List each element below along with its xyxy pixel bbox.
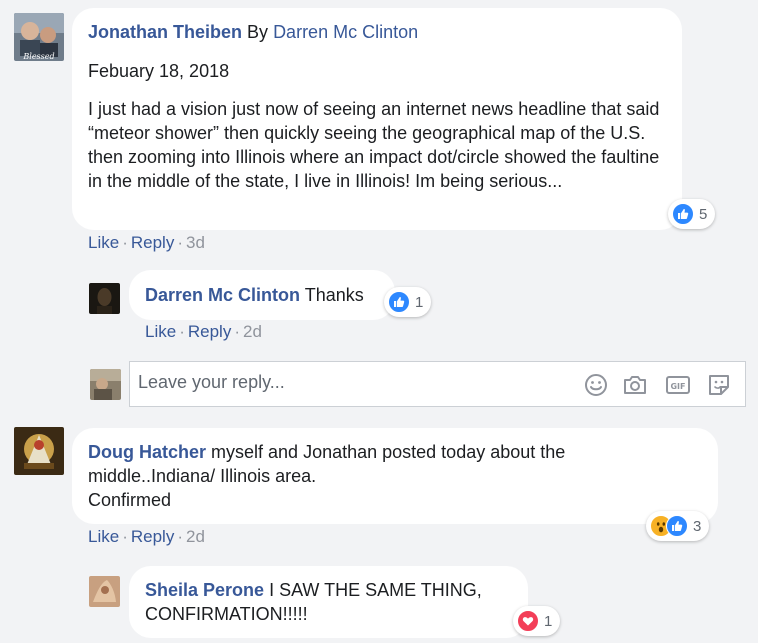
reply-time[interactable]: 2d — [243, 322, 262, 341]
comment-text: I just had a vision just now of seeing a… — [88, 99, 660, 191]
avatar-doug-image — [14, 427, 64, 475]
reply-text-line-2: CONFIRMATION!!!!! — [145, 604, 308, 624]
avatar-sheila-image — [89, 576, 120, 607]
comment-bubble-doug: Doug Hatcher myself and Jonathan posted … — [72, 428, 718, 524]
avatar-jonathan-theiben[interactable]: Blessed — [14, 13, 64, 61]
reply-line-1: Sheila Perone I SAW THE SAME THING, — [145, 578, 512, 602]
avatar-current-user — [90, 369, 121, 400]
avatar-jonathan-image: Blessed — [14, 13, 64, 61]
comment-author[interactable]: Jonathan Theiben — [88, 22, 242, 42]
comment-bubble-jonathan: Jonathan Theiben By Darren Mc Clinton Fe… — [72, 8, 682, 230]
sticker-icon[interactable] — [706, 372, 732, 398]
like-icon — [672, 203, 694, 225]
comment-text-line-2: middle..Indiana/ Illinois area. — [88, 466, 317, 486]
reply-link[interactable]: Reply — [188, 322, 231, 341]
comment-actions: Like · Reply · 3d — [88, 233, 205, 252]
reply-author[interactable]: Darren Mc Clinton — [145, 285, 300, 305]
reaction-summary[interactable]: 5 — [668, 199, 716, 229]
comment-actions: Like · Reply · 2d — [88, 527, 205, 546]
comment-by-author[interactable]: Darren Mc Clinton — [273, 22, 418, 42]
love-icon — [517, 610, 539, 632]
reaction-summary[interactable]: 3 — [646, 511, 710, 541]
comment-time[interactable]: 2d — [186, 527, 205, 546]
like-icon — [666, 515, 688, 537]
reply-link[interactable]: Reply — [131, 527, 174, 546]
like-link[interactable]: Like — [88, 233, 119, 252]
reply-text: I SAW THE SAME THING, — [269, 580, 482, 600]
avatar-sheila-perone[interactable] — [89, 576, 120, 607]
reply-input[interactable] — [138, 372, 558, 393]
comment-line-1: Doug Hatcher myself and Jonathan posted … — [88, 440, 702, 464]
emoji-icon[interactable] — [583, 372, 609, 398]
reaction-count: 1 — [544, 612, 553, 630]
reaction-summary[interactable]: 1 — [513, 606, 561, 636]
reply-bubble-darren: Darren Mc Clinton Thanks — [129, 270, 395, 320]
gif-icon[interactable]: GIF — [665, 372, 691, 398]
comment-time[interactable]: 3d — [186, 233, 205, 252]
reply-bubble-sheila: Sheila Perone I SAW THE SAME THING, CONF… — [129, 566, 528, 638]
like-link[interactable]: Like — [145, 322, 176, 341]
comment-text: myself and Jonathan posted today about t… — [211, 442, 566, 462]
reaction-summary[interactable]: 1 — [384, 287, 432, 317]
comment-header: Jonathan Theiben By Darren Mc Clinton — [88, 20, 666, 44]
comment-text-line-3: Confirmed — [88, 490, 172, 510]
avatar-darren-image — [89, 283, 120, 314]
camera-icon[interactable] — [622, 372, 648, 398]
reply-actions: Like · Reply · 2d — [145, 322, 262, 341]
svg-text:Blessed: Blessed — [22, 52, 54, 61]
reaction-count: 5 — [699, 205, 708, 223]
reaction-count: 1 — [415, 293, 424, 311]
avatar-current-user-image — [90, 369, 121, 400]
avatar-doug-hatcher[interactable] — [14, 427, 64, 475]
reply-author[interactable]: Sheila Perone — [145, 580, 264, 600]
svg-text:GIF: GIF — [670, 382, 685, 391]
like-icon — [388, 291, 410, 313]
comment-author[interactable]: Doug Hatcher — [88, 442, 206, 462]
reaction-count: 3 — [693, 517, 702, 535]
like-link[interactable]: Like — [88, 527, 119, 546]
avatar-darren-mc-clinton[interactable] — [89, 283, 120, 314]
comment-date: Febuary 18, 2018 — [88, 61, 230, 81]
reply-link[interactable]: Reply — [131, 233, 174, 252]
reply-composer: GIF — [129, 361, 746, 407]
reply-text: Thanks — [304, 285, 364, 305]
comment-by-text: By — [247, 22, 269, 42]
